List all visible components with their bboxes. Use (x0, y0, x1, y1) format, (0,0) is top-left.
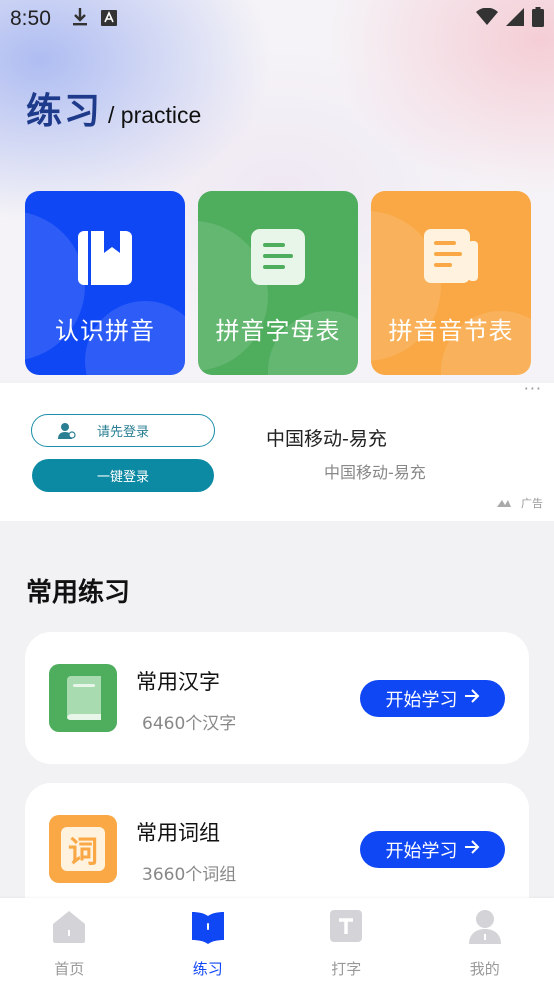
card-pinyin-syllables[interactable]: 拼音音节表 (371, 191, 531, 375)
book-open-icon (190, 908, 226, 958)
practice-item-common-chars[interactable]: 常用汉字 6460个汉字 开始学习 (25, 632, 529, 764)
ad-tag-label: 广告 (521, 497, 543, 510)
one-click-login-button[interactable]: 一键登录 (32, 459, 214, 492)
start-learning-label: 开始学习 (385, 840, 458, 862)
start-learning-button[interactable]: 开始学习 (360, 831, 505, 868)
green-book-icon (49, 664, 117, 732)
word-ci-icon: 词 (49, 815, 117, 883)
tab-practice[interactable]: 练习 (139, 898, 278, 984)
login-prompt-button[interactable]: 请先登录 (31, 414, 215, 447)
notes-icon (422, 227, 480, 285)
start-learning-label: 开始学习 (385, 689, 458, 711)
card-pinyin-alphabet[interactable]: 拼音字母表 (198, 191, 358, 375)
practice-item-name: 常用汉字 (136, 670, 220, 694)
font-a-icon (100, 7, 117, 31)
section-title: 常用练习 (26, 578, 131, 608)
more-dots-icon[interactable]: ··· (524, 379, 542, 398)
ad-tag: 广告 (497, 495, 543, 511)
login-prompt-label: 请先登录 (96, 425, 149, 440)
status-bar: 8:50 (0, 0, 554, 38)
tab-practice-label: 练习 (192, 960, 223, 978)
status-time: 8:50 (10, 7, 51, 30)
card-label: 拼音字母表 (215, 317, 341, 345)
bottom-tab-bar: 首页 练习 打字 我的 (0, 898, 554, 984)
start-learning-button[interactable]: 开始学习 (360, 680, 505, 717)
ad-subtitle: 中国移动-易充 (324, 463, 426, 482)
card-label: 认识拼音 (55, 317, 155, 345)
feature-cards: 认识拼音 拼音字母表 拼音音节表 (25, 191, 531, 375)
tab-typing[interactable]: 打字 (277, 898, 416, 984)
ad-banner[interactable]: ··· 请先登录 一键登录 中国移动-易充 中国移动-易充 广告 (0, 379, 554, 521)
tab-typing-label: 打字 (331, 960, 362, 978)
tab-home[interactable]: 首页 (0, 898, 139, 984)
one-click-login-label: 一键登录 (96, 470, 149, 485)
download-icon (71, 7, 89, 32)
typing-t-icon (328, 908, 364, 958)
practice-item-name: 常用词组 (136, 821, 220, 845)
word-ci-glyph: 词 (61, 827, 105, 871)
tab-home-label: 首页 (54, 960, 85, 978)
page-title-en: / practice (108, 102, 202, 128)
page-title: 练习 / practice (26, 82, 201, 134)
arrow-right-icon (464, 839, 480, 860)
home-icon (51, 908, 87, 958)
arrow-right-icon (464, 688, 480, 709)
list-doc-icon (249, 227, 307, 285)
profile-icon (467, 908, 503, 958)
ad-title: 中国移动-易充 (266, 428, 387, 450)
practice-item-count: 6460个汉字 (142, 714, 237, 734)
ad-logo-icon (497, 497, 517, 510)
practice-item-count: 3660个词组 (142, 865, 237, 885)
battery-icon (532, 6, 544, 32)
book-bookmark-icon (76, 227, 134, 285)
card-pinyin-intro[interactable]: 认识拼音 (25, 191, 185, 375)
wifi-icon (476, 7, 498, 31)
tab-profile-label: 我的 (469, 960, 500, 978)
card-label: 拼音音节表 (388, 317, 514, 345)
signal-icon (506, 7, 524, 31)
user-icon (58, 422, 76, 444)
page-title-zh: 练习 (26, 91, 103, 132)
tab-profile[interactable]: 我的 (416, 898, 554, 984)
